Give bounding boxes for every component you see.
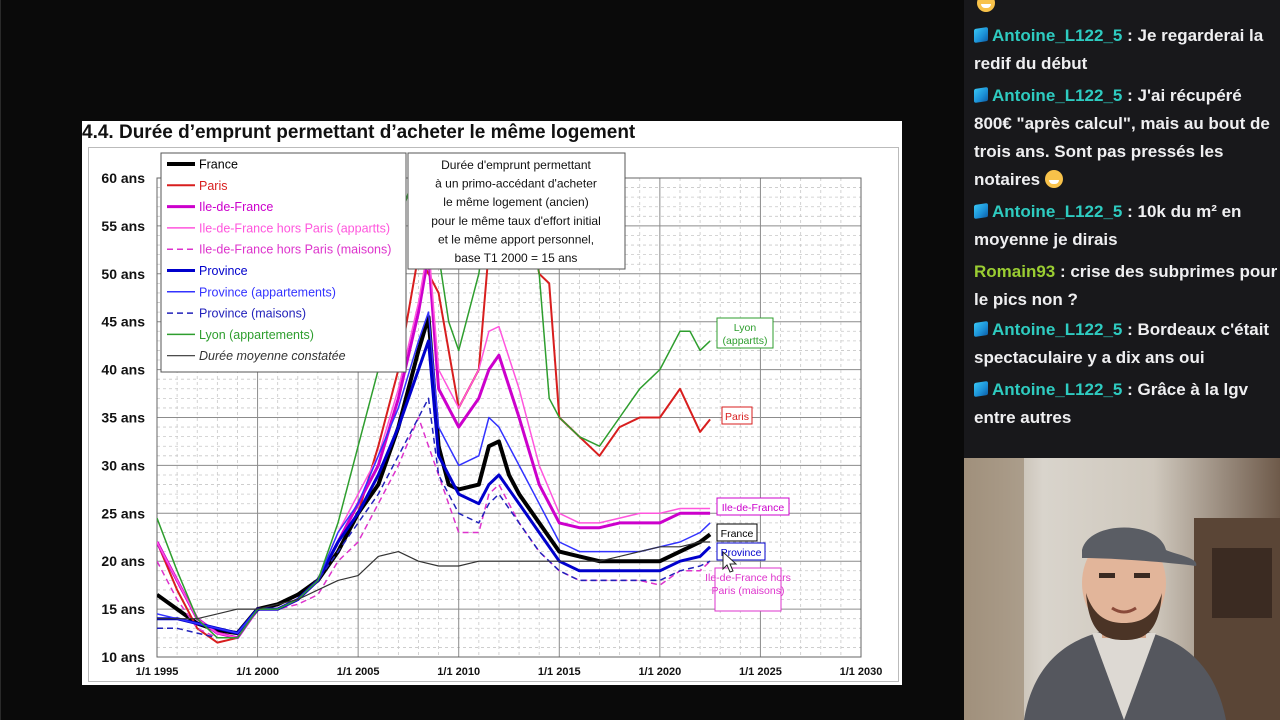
end-label: Ile-de-France [722,502,785,514]
y-tick-label: 55 ans [101,218,145,234]
y-tick-label: 50 ans [101,266,145,282]
note-line: pour le même taux d'effort initial [431,214,601,228]
chat-panel: Antoine_L122_5 : Je regarderai la redif … [964,0,1280,458]
series-line-4 [157,416,711,639]
chat-username[interactable]: Antoine_L122_5 [992,380,1122,399]
chart-title: 4.4. Durée d’emprunt permettant d’achete… [82,122,636,143]
line-chart: 10 ans 15 ans 20 ans 25 ans 30 ans 35 ans 40 a… [101,152,883,678]
sub-badge-icon [974,203,988,219]
y-tick-label: 25 ans [101,505,145,521]
note-line: Durée d'emprunt permettant [441,158,591,172]
chat-message: Antoine_L122_5 : J'ai récupéré 800€ "apr… [974,82,1280,194]
legend-label: France [199,158,238,172]
webcam-feed [964,458,1280,720]
legend-label: Province (appartements) [199,285,336,299]
y-tick-label: 35 ans [101,410,145,426]
x-tick-label: 1/1 2025 [739,666,782,678]
chat-message: Antoine_L122_5 : Je regarderai la redif … [974,22,1280,78]
webcam-image [964,458,1280,720]
note-line: le même logement (ancien) [443,195,588,209]
chat-message: Romain93 : crise des subprimes pour le p… [974,258,1280,314]
chat-message: Antoine_L122_5 : 10k du m² en moyenne je… [974,198,1280,254]
y-tick-label: 15 ans [101,601,145,617]
note-line: et le même apport personnel, [438,232,594,246]
legend-label: Paris [199,179,227,193]
y-tick-label: 30 ans [101,457,145,473]
sub-badge-icon [974,27,988,43]
grinning-face-emoji [1044,170,1063,188]
chat-username[interactable]: Antoine_L122_5 [992,202,1122,221]
y-tick-label: 40 ans [101,362,145,378]
legend-label: Province (maisons) [199,307,306,321]
chat-username[interactable]: Antoine_L122_5 [992,320,1122,339]
chart-slide: 4.4. Durée d’emprunt permettant d’achete… [82,121,902,685]
legend-label: Ile-de-France hors Paris (maisons) [199,243,391,257]
legend-label: Durée moyenne constatée [199,349,346,363]
x-tick-label: 1/1 2010 [437,666,480,678]
legend-label: Lyon (appartements) [199,328,314,342]
chat-username[interactable]: Antoine_L122_5 [992,86,1122,105]
x-tick-label: 1/1 2030 [840,666,883,678]
chat-message: Antoine_L122_5 : Bordeaux c'était specta… [974,316,1280,372]
grinning-face-emoji [977,0,995,12]
y-tick-label: 10 ans [101,649,145,665]
chat-username[interactable]: Antoine_L122_5 [992,26,1122,45]
note-line: base T1 2000 = 15 ans [455,251,578,265]
sub-badge-icon [974,87,988,103]
chat-username[interactable]: Romain93 [974,262,1055,281]
end-label: Paris [725,411,749,423]
legend-label: Ile-de-France hors Paris (appartts) [199,221,390,235]
series-line-5 [157,339,712,635]
x-tick-label: 1/1 2020 [638,666,681,678]
note-line: à un primo-accédant d'acheter [435,177,597,191]
y-tick-label: 60 ans [101,170,145,186]
chat-message: Antoine_L122_5 : Grâce à la lgv entre au… [974,376,1280,432]
end-label: Ile-de-France hors Paris (maisons) [705,572,791,597]
y-tick-label: 45 ans [101,314,145,330]
sub-badge-icon [974,381,988,397]
legend-label: Ile-de-France [199,200,273,214]
chart-frame: 10 ans 15 ans 20 ans 25 ans 30 ans 35 ans 40 a… [88,147,899,682]
y-tick-label: 20 ans [101,553,145,569]
end-label: France [721,528,754,540]
x-tick-label: 1/1 2015 [538,666,581,678]
x-tick-label: 1/1 2000 [236,666,279,678]
series-line-7 [157,397,711,639]
sub-badge-icon [974,321,988,337]
legend-label: Province [199,264,248,278]
x-tick-label: 1/1 2005 [337,666,380,678]
stream-video: 4.4. Durée d’emprunt permettant d’achete… [0,0,964,720]
x-tick-label: 1/1 1995 [136,666,179,678]
